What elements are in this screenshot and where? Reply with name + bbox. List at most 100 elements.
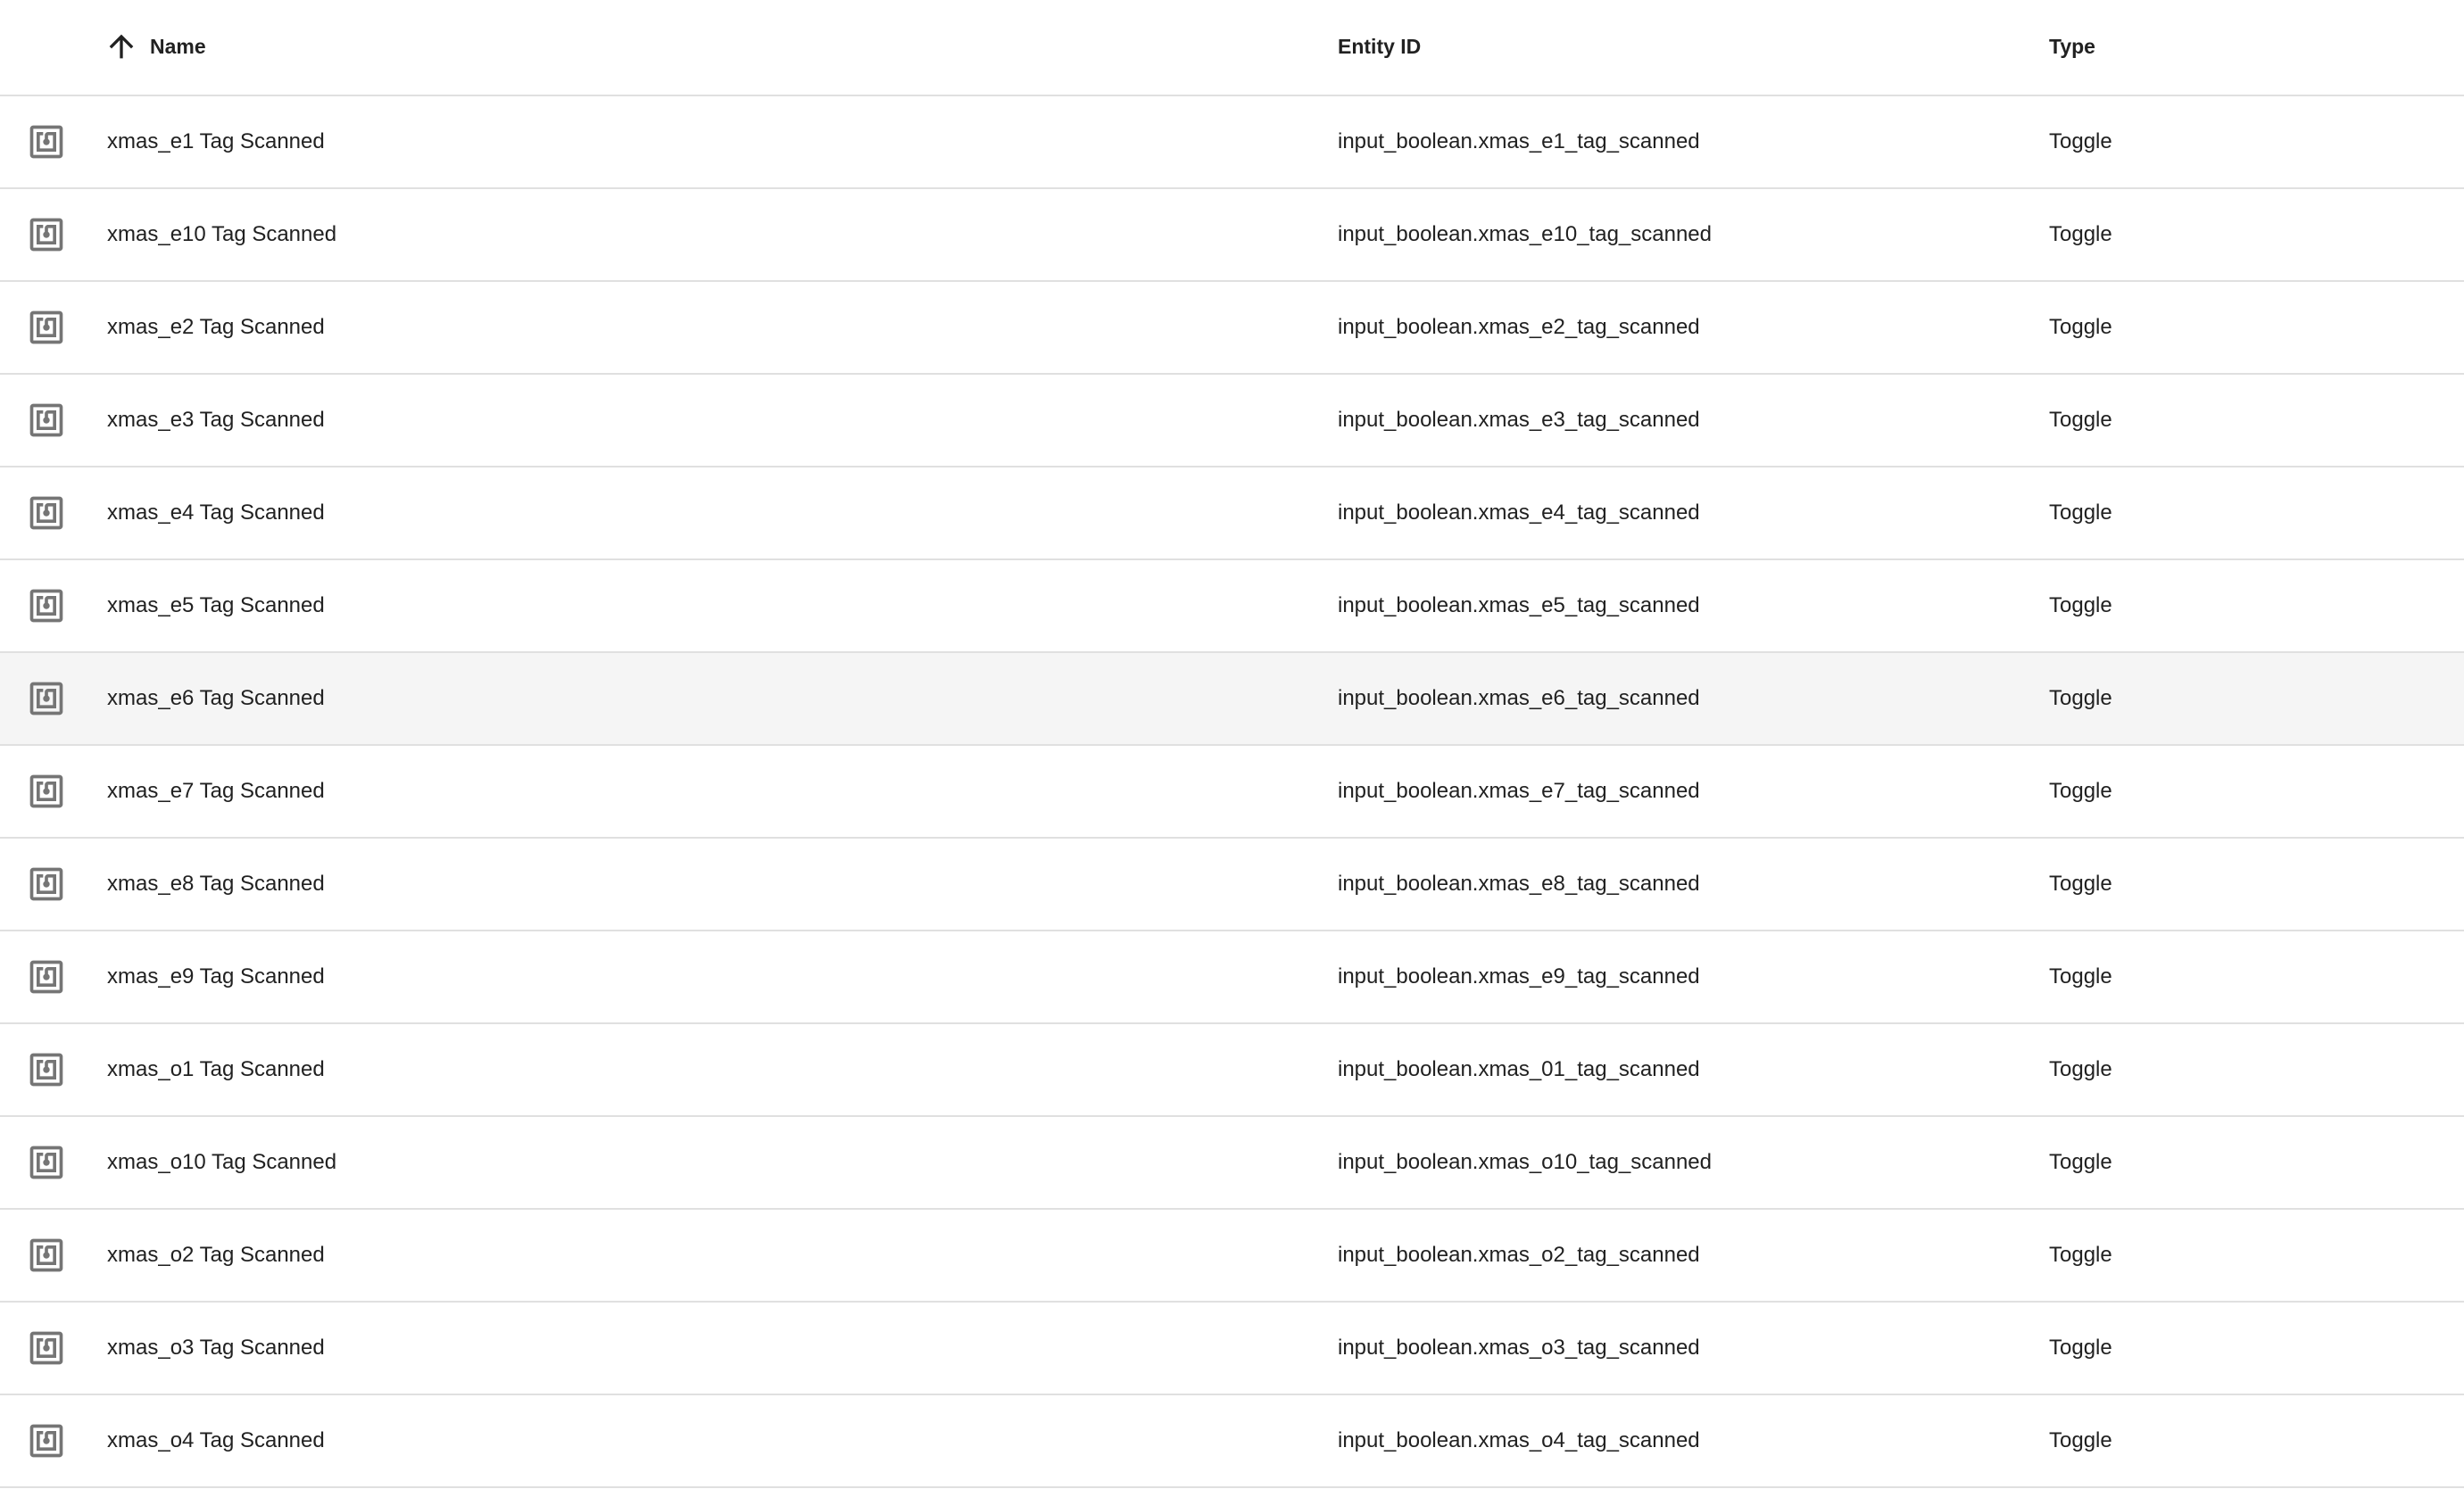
row-name: xmas_e5 Tag Scanned [107, 593, 325, 617]
row-entity-id: input_boolean.xmas_o2_tag_scanned [1338, 1243, 1700, 1267]
nfc-icon [27, 1117, 66, 1208]
table-row[interactable]: xmas_e6 Tag Scanned input_boolean.xmas_e6… [0, 653, 2464, 746]
row-type: Toggle [2049, 593, 2112, 617]
column-header-type-label: Type [2049, 34, 2095, 58]
row-name: xmas_e4 Tag Scanned [107, 500, 325, 525]
row-type: Toggle [2049, 1150, 2112, 1174]
row-entity-id: input_boolean.xmas_e7_tag_scanned [1338, 779, 1700, 803]
row-entity-id: input_boolean.xmas_e4_tag_scanned [1338, 500, 1700, 525]
row-type: Toggle [2049, 315, 2112, 339]
column-header-name[interactable]: Name [104, 0, 206, 93]
row-entity-id: input_boolean.xmas_e6_tag_scanned [1338, 686, 1700, 710]
nfc-icon [27, 1024, 66, 1115]
column-header-name-label: Name [150, 34, 206, 58]
row-entity-id: input_boolean.xmas_e5_tag_scanned [1338, 593, 1700, 617]
row-entity-id: input_boolean.xmas_e8_tag_scanned [1338, 872, 1700, 896]
row-name: xmas_o4 Tag Scanned [107, 1428, 325, 1452]
nfc-icon [27, 560, 66, 651]
nfc-icon [29, 403, 63, 437]
table-row[interactable]: xmas_e2 Tag Scanned input_boolean.xmas_e2… [0, 282, 2464, 375]
nfc-icon [27, 282, 66, 373]
table-row[interactable]: xmas_e7 Tag Scanned input_boolean.xmas_e7… [0, 746, 2464, 839]
row-name: xmas_e9 Tag Scanned [107, 964, 325, 989]
nfc-icon [27, 189, 66, 280]
row-type: Toggle [2049, 408, 2112, 432]
table-row[interactable]: xmas_e5 Tag Scanned input_boolean.xmas_e5… [0, 560, 2464, 653]
row-type: Toggle [2049, 1243, 2112, 1267]
row-name: xmas_e2 Tag Scanned [107, 315, 325, 339]
table-row[interactable]: xmas_e10 Tag Scanned input_boolean.xmas_e… [0, 189, 2464, 282]
nfc-icon [29, 1331, 63, 1365]
row-name: xmas_o2 Tag Scanned [107, 1243, 325, 1267]
nfc-icon [29, 496, 63, 530]
nfc-icon [27, 1395, 66, 1486]
nfc-icon [29, 774, 63, 808]
row-name: xmas_e6 Tag Scanned [107, 686, 325, 710]
row-type: Toggle [2049, 686, 2112, 710]
nfc-icon [29, 1238, 63, 1272]
nfc-icon [29, 125, 63, 159]
row-entity-id: input_boolean.xmas_o10_tag_scanned [1338, 1150, 1713, 1174]
row-entity-id: input_boolean.xmas_e10_tag_scanned [1338, 222, 1713, 246]
row-entity-id: input_boolean.xmas_01_tag_scanned [1338, 1057, 1700, 1081]
nfc-icon [27, 839, 66, 930]
table-row[interactable]: xmas_e1 Tag Scanned input_boolean.xmas_e1… [0, 96, 2464, 189]
row-type: Toggle [2049, 872, 2112, 896]
row-entity-id: input_boolean.xmas_e1_tag_scanned [1338, 129, 1700, 153]
row-type: Toggle [2049, 779, 2112, 803]
row-name: xmas_o1 Tag Scanned [107, 1057, 325, 1081]
table-row[interactable]: xmas_e3 Tag Scanned input_boolean.xmas_e3… [0, 375, 2464, 467]
nfc-icon [27, 653, 66, 744]
row-type: Toggle [2049, 129, 2112, 153]
column-header-entity-id[interactable]: Entity ID [1338, 0, 1421, 93]
row-name: xmas_o10 Tag Scanned [107, 1150, 337, 1174]
nfc-icon [29, 1053, 63, 1087]
nfc-icon [29, 867, 63, 901]
row-entity-id: input_boolean.xmas_e9_tag_scanned [1338, 964, 1700, 989]
nfc-icon [27, 96, 66, 187]
table-row[interactable]: xmas_o3 Tag Scanned input_boolean.xmas_o3… [0, 1303, 2464, 1395]
row-name: xmas_e10 Tag Scanned [107, 222, 337, 246]
column-header-entity-id-label: Entity ID [1338, 34, 1422, 58]
nfc-icon [29, 1146, 63, 1179]
nfc-icon [29, 960, 63, 994]
row-entity-id: input_boolean.xmas_e2_tag_scanned [1338, 315, 1700, 339]
row-type: Toggle [2049, 1428, 2112, 1452]
table-row[interactable]: xmas_o2 Tag Scanned input_boolean.xmas_o2… [0, 1210, 2464, 1303]
nfc-icon [29, 218, 63, 252]
row-name: xmas_o3 Tag Scanned [107, 1336, 325, 1360]
table-row[interactable]: xmas_o4 Tag Scanned input_boolean.xmas_o4… [0, 1395, 2464, 1488]
nfc-icon [29, 1424, 63, 1458]
row-name: xmas_e8 Tag Scanned [107, 872, 325, 896]
row-type: Toggle [2049, 1336, 2112, 1360]
row-entity-id: input_boolean.xmas_e3_tag_scanned [1338, 408, 1700, 432]
nfc-icon [27, 375, 66, 466]
table-row[interactable]: xmas_e8 Tag Scanned input_boolean.xmas_e8… [0, 839, 2464, 931]
nfc-icon [27, 467, 66, 558]
table-row[interactable]: xmas_e4 Tag Scanned input_boolean.xmas_e4… [0, 467, 2464, 560]
column-header-type[interactable]: Type [2049, 0, 2095, 93]
table-header: Name Entity ID Type [0, 0, 2464, 96]
nfc-icon [29, 682, 63, 716]
entities-table: Name Entity ID Type xmas_e1 Tag Scanned i… [0, 0, 2464, 1488]
nfc-icon [29, 310, 63, 344]
row-name: xmas_e7 Tag Scanned [107, 779, 325, 803]
row-type: Toggle [2049, 1057, 2112, 1081]
row-name: xmas_e3 Tag Scanned [107, 408, 325, 432]
arrow-up-icon[interactable] [104, 29, 139, 64]
row-entity-id: input_boolean.xmas_o4_tag_scanned [1338, 1428, 1700, 1452]
table-row[interactable]: xmas_o10 Tag Scanned input_boolean.xmas_o… [0, 1117, 2464, 1210]
table-row[interactable]: xmas_o1 Tag Scanned input_boolean.xmas_01… [0, 1024, 2464, 1117]
table-body: xmas_e1 Tag Scanned input_boolean.xmas_e1… [0, 96, 2464, 1488]
nfc-icon [29, 589, 63, 623]
row-type: Toggle [2049, 222, 2112, 246]
nfc-icon [27, 931, 66, 1022]
row-name: xmas_e1 Tag Scanned [107, 129, 325, 153]
nfc-icon [27, 746, 66, 837]
nfc-icon [27, 1303, 66, 1394]
table-row[interactable]: xmas_e9 Tag Scanned input_boolean.xmas_e9… [0, 931, 2464, 1024]
nfc-icon [27, 1210, 66, 1301]
row-type: Toggle [2049, 500, 2112, 525]
row-type: Toggle [2049, 964, 2112, 989]
row-entity-id: input_boolean.xmas_o3_tag_scanned [1338, 1336, 1700, 1360]
